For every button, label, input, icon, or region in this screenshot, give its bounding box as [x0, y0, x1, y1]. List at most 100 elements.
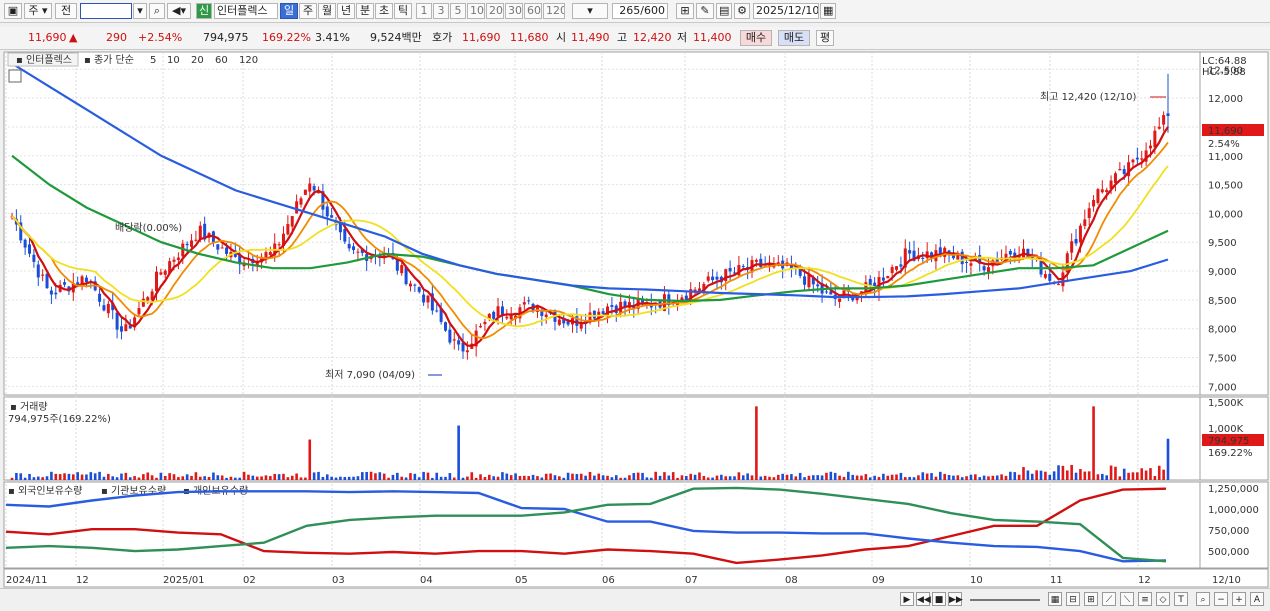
volume-bar: [1131, 472, 1135, 480]
volume-bar: [715, 475, 719, 480]
interval-tab-30[interactable]: 30: [505, 3, 523, 19]
stock-chart[interactable]: 12,50012,00011,50011,00010,50010,0009,50…: [0, 50, 1270, 588]
period-tab-0[interactable]: 일: [280, 3, 298, 19]
all-button[interactable]: 전: [55, 3, 77, 19]
period-tab-1[interactable]: 주: [299, 3, 317, 19]
candle-body: [601, 311, 605, 315]
volume-bar: [995, 475, 999, 480]
zoom-slider[interactable]: [970, 599, 1040, 601]
volume-bar: [1061, 465, 1065, 480]
rewind-icon[interactable]: ◀◀: [916, 592, 931, 606]
indicator-icon[interactable]: ⊟: [1066, 592, 1080, 606]
market-type-label: 주: [28, 4, 39, 17]
x-label-13: 12: [1138, 575, 1151, 586]
buy-button[interactable]: 매수: [740, 30, 772, 46]
grid-icon[interactable]: ⊞: [1084, 592, 1098, 606]
speaker-icon[interactable]: ◀▾: [167, 3, 191, 19]
volume-bar: [413, 473, 417, 480]
eval-button[interactable]: 평: [816, 30, 834, 46]
candle-body: [1048, 273, 1052, 281]
candle-body: [1113, 173, 1117, 184]
candle-body: [706, 276, 710, 281]
legend-ma-120: 120: [239, 55, 258, 66]
zoom-icon[interactable]: ⌕: [1196, 592, 1210, 606]
volume-bar: [925, 473, 929, 480]
volume-bar: [1079, 469, 1082, 480]
save-icon[interactable]: ▤: [716, 3, 732, 19]
interval-select[interactable]: ▾: [572, 3, 608, 19]
period-tab-3[interactable]: 년: [337, 3, 355, 19]
volume-bar: [142, 474, 145, 480]
sell-button[interactable]: 매도: [778, 30, 810, 46]
layout-icon[interactable]: ▦: [1048, 592, 1062, 606]
fast-forward-icon[interactable]: ▶▶: [948, 592, 963, 606]
volume-bar: [991, 475, 995, 480]
volume-bar: [304, 477, 307, 480]
interval-tab-120[interactable]: 120: [543, 3, 565, 19]
price-tick-11: 7,000: [1208, 382, 1237, 393]
volume-bar: [807, 475, 811, 480]
line-tool-icon[interactable]: ⟋: [1102, 592, 1116, 606]
fib-tool-icon[interactable]: ≡: [1138, 592, 1152, 606]
zoom-out-icon[interactable]: −: [1214, 592, 1228, 606]
x-label-3: 02: [243, 575, 256, 586]
interval-tab-3[interactable]: 3: [433, 3, 449, 19]
candle-body: [277, 244, 281, 246]
last-pct-label: 2.54%: [1208, 139, 1240, 150]
volume-bar: [128, 477, 132, 480]
draw-tool-icon[interactable]: ✎: [696, 3, 714, 19]
shape-tool-icon[interactable]: ◇: [1156, 592, 1170, 606]
volume-bar: [120, 473, 123, 480]
volume-bar: [361, 472, 364, 480]
auto-fit-icon[interactable]: A: [1250, 592, 1264, 606]
interval-tab-60[interactable]: 60: [524, 3, 542, 19]
volume-bar: [886, 475, 890, 480]
volume-bar: [487, 474, 491, 480]
volume-bar: [409, 473, 412, 480]
gear-icon[interactable]: ⚙: [734, 3, 750, 19]
calendar-icon[interactable]: ▦: [820, 3, 836, 19]
volume-bar: [1122, 468, 1126, 480]
chevron-down-icon[interactable]: ▾: [133, 3, 147, 19]
date-field[interactable]: 2025/12/10: [753, 3, 819, 19]
window-menu-icon[interactable]: ▣: [4, 3, 22, 19]
period-tab-4[interactable]: 분: [356, 3, 374, 19]
candle-body: [868, 278, 872, 286]
volume-bar: [1048, 474, 1052, 480]
volume-bar: [890, 474, 894, 480]
volume-bar: [137, 477, 141, 480]
volume-bar: [343, 476, 347, 480]
interval-tab-1[interactable]: 1: [416, 3, 432, 19]
zoom-in-icon[interactable]: +: [1232, 592, 1246, 606]
stock-code-input[interactable]: 051370: [80, 3, 132, 19]
volume-bar: [1109, 465, 1113, 480]
volume-bar: [536, 476, 539, 480]
volume-bar: [396, 472, 399, 480]
candle-body: [106, 303, 110, 314]
bar-count-field[interactable]: 265/600: [612, 3, 668, 19]
stop-icon[interactable]: ■: [932, 592, 946, 606]
stock-name-field[interactable]: 인터플렉스: [214, 3, 278, 19]
scroll-right-icon[interactable]: ▶: [900, 592, 914, 606]
trend-tool-icon[interactable]: ⟍: [1120, 592, 1134, 606]
text-tool-icon[interactable]: T: [1174, 592, 1188, 606]
interval-tab-10[interactable]: 10: [467, 3, 485, 19]
period-tab-6[interactable]: 틱: [394, 3, 412, 19]
market-type-select[interactable]: 주 ▾: [24, 3, 52, 19]
interval-tab-20[interactable]: 20: [486, 3, 504, 19]
volume-bar: [63, 473, 66, 480]
period-tab-2[interactable]: 월: [318, 3, 336, 19]
crosshair-icon[interactable]: ⊞: [676, 3, 694, 19]
candle-body: [159, 272, 163, 275]
candle-body: [741, 266, 745, 268]
search-icon[interactable]: ⌕: [149, 3, 165, 19]
low-label: 저: [677, 31, 688, 44]
volume-bar: [667, 475, 671, 480]
volume-bar: [146, 472, 150, 480]
candle-body: [49, 290, 53, 295]
volume-bar: [921, 472, 925, 480]
volume-bar: [242, 471, 246, 480]
interval-tab-5[interactable]: 5: [450, 3, 466, 19]
volume-bar: [746, 473, 749, 480]
period-tab-5[interactable]: 초: [375, 3, 393, 19]
